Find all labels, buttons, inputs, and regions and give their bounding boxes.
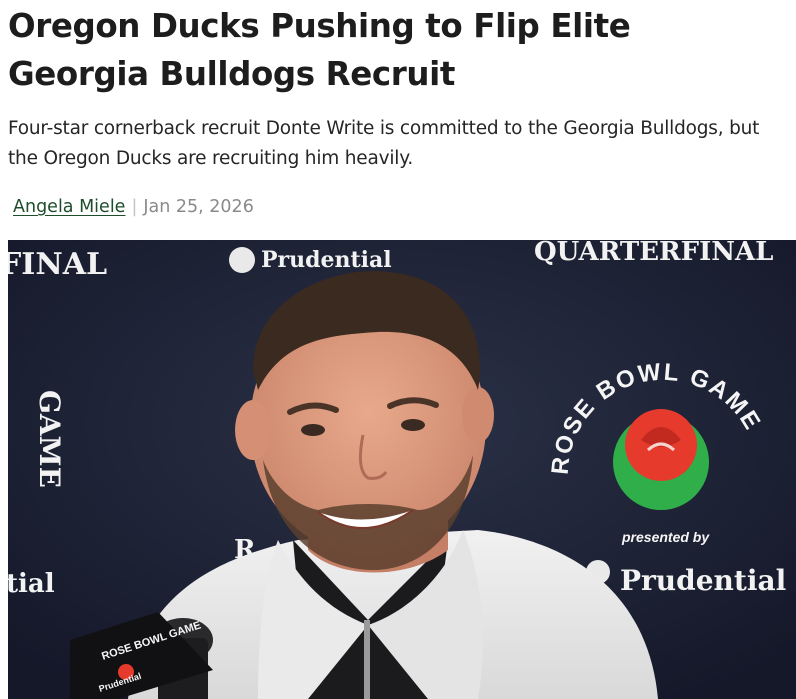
backdrop-final-text: FINAL: [8, 247, 107, 282]
prudential-rock-icon: [229, 247, 255, 273]
backdrop-tial-text: tial: [8, 569, 55, 599]
byline: Angela Miele | Jan 25, 2026: [13, 193, 254, 221]
backdrop-prudential-bottom: Prudential: [620, 564, 786, 597]
backdrop-quarterfinal-text: QUARTERFINAL: [534, 240, 773, 267]
presented-by-text: presented by: [621, 529, 710, 545]
backdrop-game-vertical: GAME: [33, 390, 66, 488]
article: Oregon Ducks Pushing to Flip Elite Georg…: [0, 0, 796, 699]
article-headline: Oregon Ducks Pushing to Flip Elite Georg…: [8, 7, 631, 93]
author-link[interactable]: Angela Miele: [13, 197, 125, 217]
article-dek: Four-star cornerback recruit Donte Write…: [8, 118, 760, 169]
press-conference-photo: FINAL Prudential QUARTERFINAL GAME tial …: [8, 240, 796, 699]
backdrop-prudential-top: Prudential: [261, 247, 392, 273]
byline-separator: |: [131, 197, 138, 217]
publish-date: Jan 25, 2026: [143, 197, 254, 217]
hero-image: FINAL Prudential QUARTERFINAL GAME tial …: [8, 240, 796, 699]
